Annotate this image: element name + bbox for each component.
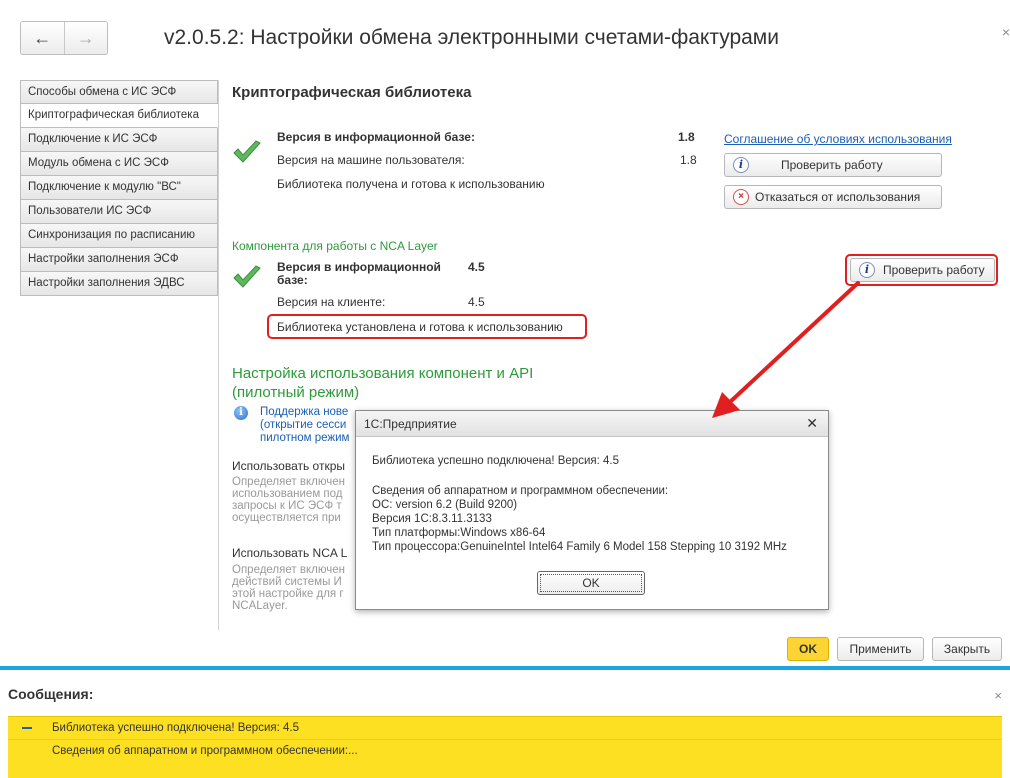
refuse-button-label: Отказаться от использования — [755, 190, 921, 204]
desc2-line-4: NCALayer. — [232, 600, 288, 612]
info-icon: i — [234, 406, 248, 420]
dialog-line-3: ОС: version 6.2 (Build 9200) — [372, 499, 518, 511]
window-close-icon[interactable]: × — [1002, 24, 1010, 40]
info-icon: i — [733, 157, 749, 173]
refuse-button[interactable]: × Отказаться от использования — [724, 185, 942, 209]
dialog-line-2: Сведения об аппаратном и программном обе… — [372, 485, 669, 497]
sidebar-item-crypto-library[interactable]: Криптографическая библиотека — [20, 104, 218, 128]
window-header: ← → v2.0.5.2: Настройки обмена электронн… — [0, 0, 1010, 78]
section-title-crypto: Криптографическая библиотека — [232, 84, 472, 101]
dialog-ok-button[interactable]: OK — [537, 571, 645, 595]
api-section-title: Настройка использования компонент и API — [232, 365, 534, 382]
nca-client-version-value: 4.5 — [468, 295, 485, 309]
dialog-line-4: Версия 1С:8.3.11.3133 — [372, 513, 492, 525]
messages-close-icon[interactable]: × — [994, 688, 1002, 703]
messages-title: Сообщения: — [8, 686, 94, 702]
cancel-icon: × — [733, 189, 749, 205]
close-button[interactable]: Закрыть — [932, 637, 1002, 661]
api-info-line-2: (открытие сесси — [260, 419, 347, 431]
nca-db-version-value: 4.5 — [468, 260, 485, 274]
forward-button[interactable]: → — [63, 22, 108, 54]
api-section-subtitle: (пилотный режим) — [232, 384, 360, 401]
list-item[interactable]: Сведения об аппаратном и программном обе… — [8, 739, 1002, 761]
nca-client-version-label: Версия на клиенте: — [277, 295, 386, 309]
checkmark-icon — [233, 140, 261, 163]
crypto-check-button-label: Проверить работу — [781, 158, 883, 172]
sidebar-item-connect-vs-module[interactable]: Подключение к модулю "ВС" — [20, 176, 218, 200]
sidebar-item-esf-fill-settings[interactable]: Настройки заполнения ЭСФ — [20, 248, 218, 272]
ok-button[interactable]: OK — [787, 637, 829, 661]
use-open-session-label[interactable]: Использовать откры — [232, 459, 345, 473]
messages-divider — [0, 666, 1010, 670]
settings-sidebar: Способы обмена с ИС ЭСФ Криптографическа… — [20, 80, 218, 296]
highlight-nca-status — [267, 314, 587, 339]
sidebar-item-schedule-sync[interactable]: Синхронизация по расписанию — [20, 224, 218, 248]
arrow-right-icon: → — [76, 27, 95, 48]
highlight-nca-check — [845, 254, 998, 286]
desc2-line-1: Определяет включен — [232, 564, 345, 576]
list-item[interactable]: Библиотека успешно подключена! Версия: 4… — [8, 717, 1002, 739]
arrow-left-icon: ← — [33, 27, 52, 48]
crypto-check-button[interactable]: i Проверить работу — [724, 153, 942, 177]
dialog-line-6: Тип процессора:GenuineIntel Intel64 Fami… — [372, 541, 787, 553]
desc2-line-3: этой настройке для г — [232, 588, 344, 600]
nca-db-version-label-cont: базе: — [277, 273, 308, 287]
window-title: v2.0.5.2: Настройки обмена электронными … — [164, 26, 779, 49]
dialog-line-1: Библиотека успешно подключена! Версия: 4… — [372, 455, 619, 467]
apply-button[interactable]: Применить — [837, 637, 924, 661]
api-info-line-3: пилотном режим — [260, 432, 350, 444]
sidebar-divider — [218, 80, 219, 630]
dialog-title: 1С:Предприятие — [364, 417, 457, 431]
agreement-link[interactable]: Соглашение об условиях использования — [724, 132, 952, 146]
api-info-line-1: Поддержка нове — [260, 406, 349, 418]
desc1-line-1: Определяет включен — [232, 476, 345, 488]
messages-list: Библиотека успешно подключена! Версия: 4… — [8, 716, 1002, 778]
dialog-header: 1С:Предприятие ✕ — [356, 411, 828, 437]
crypto-db-version-value: 1.8 — [678, 130, 695, 144]
message-text: Сведения об аппаратном и программном обе… — [52, 745, 358, 757]
use-nca-label[interactable]: Использовать NCA L — [232, 546, 347, 560]
nca-section-title: Компонента для работы с NCA Layer — [232, 239, 438, 253]
sidebar-item-users[interactable]: Пользователи ИС ЭСФ — [20, 200, 218, 224]
sidebar-item-edvs-fill-settings[interactable]: Настройки заполнения ЭДВС — [20, 272, 218, 296]
dialog-line-5: Тип платформы:Windows x86-64 — [372, 527, 546, 539]
sidebar-item-exchange-methods[interactable]: Способы обмена с ИС ЭСФ — [20, 80, 218, 104]
crypto-user-version-value: 1.8 — [680, 153, 697, 167]
message-text: Библиотека успешно подключена! Версия: 4… — [52, 722, 299, 734]
collapse-dash-icon[interactable] — [22, 727, 32, 729]
desc1-line-3: запросы к ИС ЭСФ т — [232, 500, 342, 512]
info-dialog: 1С:Предприятие ✕ Библиотека успешно подк… — [355, 410, 829, 610]
sidebar-item-exchange-module[interactable]: Модуль обмена с ИС ЭСФ — [20, 152, 218, 176]
back-button[interactable]: ← — [21, 22, 64, 54]
checkmark-icon — [233, 265, 261, 288]
desc1-line-4: осуществляется при — [232, 512, 341, 524]
desc2-line-2: действий системы И — [232, 576, 342, 588]
sidebar-item-connect-is-esf[interactable]: Подключение к ИС ЭСФ — [20, 128, 218, 152]
desc1-line-2: использованием под — [232, 488, 343, 500]
dialog-close-icon[interactable]: ✕ — [806, 415, 818, 432]
crypto-db-version-label: Версия в информационной базе: — [277, 130, 475, 144]
navigation-group: ← → — [20, 21, 108, 55]
crypto-status: Библиотека получена и готова к использов… — [277, 177, 545, 191]
nca-db-version-label: Версия в информационной — [277, 260, 441, 274]
crypto-user-version-label: Версия на машине пользователя: — [277, 153, 465, 167]
